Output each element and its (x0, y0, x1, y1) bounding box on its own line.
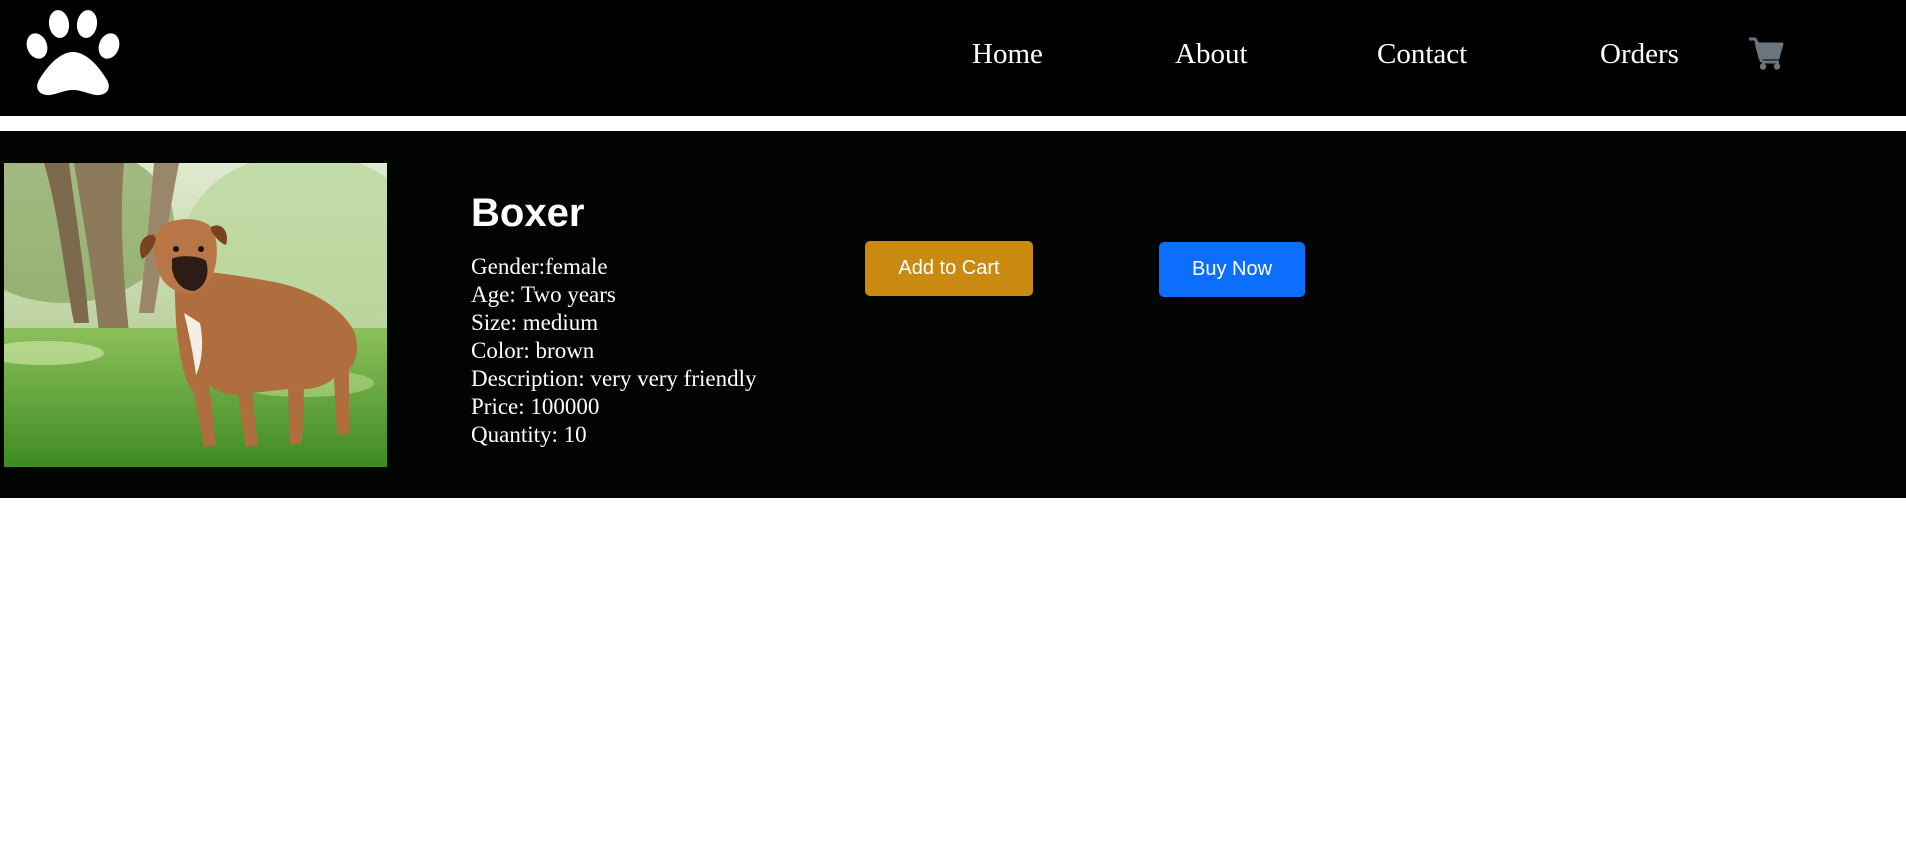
nav-contact-link[interactable]: Contact (1377, 34, 1467, 74)
product-card: Boxer Gender:female Age: Two years Size:… (0, 131, 1906, 498)
price-text: Price: 100000 (471, 394, 600, 419)
description-text: Description: very very friendly (471, 366, 757, 391)
age-text: Age: Two years (471, 282, 616, 307)
nav-about-link[interactable]: About (1175, 34, 1248, 74)
paw-icon[interactable] (24, 8, 122, 96)
gender-text: Gender:female (471, 254, 608, 279)
size-text: Size: medium (471, 310, 599, 335)
product-details: Gender:female Age: Two years Size: mediu… (471, 253, 757, 449)
nav-home-link[interactable]: Home (972, 34, 1043, 74)
nav-orders-link[interactable]: Orders (1600, 34, 1679, 74)
buy-now-button[interactable]: Buy Now (1159, 242, 1305, 297)
navbar: Home About Contact Orders (0, 0, 1906, 116)
boxer-dog-photo (4, 163, 387, 467)
color-text: Color: brown (471, 338, 595, 363)
shopping-cart-icon[interactable] (1748, 36, 1784, 70)
add-to-cart-button[interactable]: Add to Cart (865, 241, 1033, 296)
quantity-text: Quantity: 10 (471, 422, 587, 447)
product-image (4, 163, 387, 467)
product-name: Boxer (471, 191, 585, 235)
